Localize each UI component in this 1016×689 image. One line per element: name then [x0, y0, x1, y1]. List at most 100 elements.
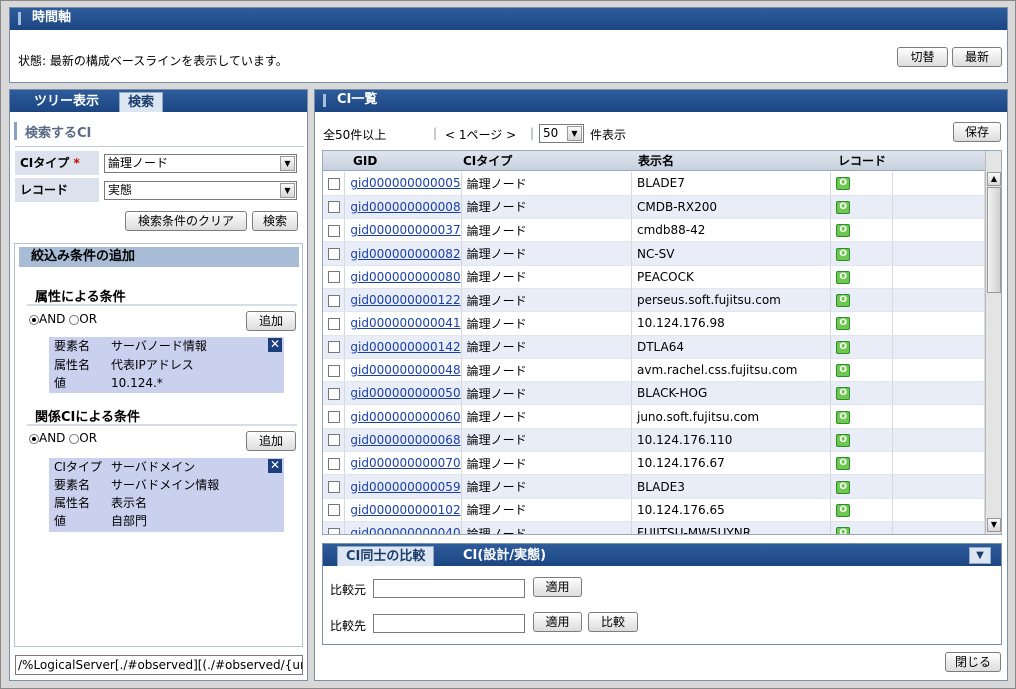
tab-search[interactable]: 検索	[119, 92, 164, 112]
record-status-icon: O	[836, 224, 851, 238]
and-radio[interactable]	[29, 314, 39, 325]
or-radio[interactable]	[69, 433, 80, 444]
record-select[interactable]: 実態 ▼	[104, 181, 297, 200]
gid-link[interactable]: gid000000000037	[350, 223, 460, 237]
table-cell: gid000000000040	[344, 521, 462, 534]
header-record: レコード	[838, 154, 887, 168]
table-row[interactable]: gid000000000048 論理ノード avm.rachel.css.fujit…	[323, 358, 985, 383]
row-checkbox[interactable]	[328, 201, 340, 214]
row-checkbox[interactable]	[328, 317, 340, 330]
grid-body: gid000000000005 論理ノード BLADE7 Ogid0000000000…	[323, 172, 985, 534]
scroll-up-icon[interactable]: ▲	[987, 172, 1001, 186]
table-cell: 10.124.176.110	[631, 428, 832, 453]
table-cell: O	[830, 218, 894, 243]
and-radio[interactable]	[29, 433, 39, 444]
pager-text[interactable]: < 1ページ >	[445, 128, 516, 142]
gid-link[interactable]: gid000000000059	[350, 480, 460, 494]
dst-apply-button[interactable]: 適用	[533, 612, 582, 632]
page-size-select[interactable]: 50 ▼	[539, 124, 584, 143]
pager[interactable]: < 1ページ >	[445, 126, 516, 143]
src-input[interactable]	[373, 579, 525, 598]
table-row[interactable]: gid000000000008 論理ノード CMDB-RX200 O	[323, 195, 985, 220]
row-checkbox[interactable]	[328, 248, 340, 261]
cond-value: 代表IPアドレス	[111, 358, 194, 372]
dst-input[interactable]	[373, 614, 525, 633]
close-icon[interactable]: ✕	[268, 338, 282, 352]
table-row[interactable]: gid000000000041 論理ノード 10.124.176.98 O	[323, 311, 985, 336]
row-checkbox[interactable]	[328, 411, 340, 424]
row-checkbox[interactable]	[328, 457, 340, 470]
page-size-value: 50	[543, 126, 559, 140]
row-checkbox[interactable]	[328, 481, 340, 493]
table-row[interactable]: gid000000000082 論理ノード NC-SV O	[323, 241, 985, 266]
gid-link[interactable]: gid000000000005	[350, 176, 460, 190]
scroll-thumb[interactable]	[987, 187, 1001, 293]
gid-link[interactable]: gid000000000082	[350, 247, 460, 261]
table-row[interactable]: gid000000000070 論理ノード 10.124.176.67 O	[323, 451, 985, 476]
or-radio[interactable]	[69, 314, 80, 325]
tab-ci-design-actual[interactable]: CI(設計/実態)	[455, 546, 554, 566]
switch-button[interactable]: 切替	[897, 47, 948, 67]
save-button[interactable]: 保存	[953, 122, 1001, 142]
add-attr-condition-button[interactable]: 追加	[246, 311, 296, 331]
table-row[interactable]: gid000000000080 論理ノード PEACOCK O	[323, 265, 985, 289]
table-row[interactable]: gid000000000068 論理ノード 10.124.176.110 O	[323, 428, 985, 453]
tab-ci-compare[interactable]: CI同士の比較	[337, 546, 435, 566]
gid-link[interactable]: gid000000000041	[350, 316, 460, 330]
search-button[interactable]: 検索	[252, 211, 298, 231]
tab-tree-view[interactable]: ツリー表示	[26, 92, 107, 112]
row-checkbox[interactable]	[328, 364, 340, 377]
ci-type-cell: 論理ノード	[466, 410, 527, 425]
row-checkbox[interactable]	[328, 177, 340, 190]
collapse-icon[interactable]: ▼	[969, 547, 991, 564]
status-text: 状態: 最新の構成ベースラインを表示しています。	[18, 54, 288, 68]
table-row[interactable]: gid000000000037 論理ノード cmdb88-42 O	[323, 218, 985, 243]
row-checkbox[interactable]	[328, 294, 340, 307]
table-row[interactable]: gid000000000040 論理ノード FUJITSU-MW5UYNR O	[323, 521, 985, 534]
table-row[interactable]: gid000000000059 論理ノード BLADE3 O	[323, 474, 985, 499]
gid-link[interactable]: gid000000000102	[350, 503, 460, 517]
gid-link[interactable]: gid000000000008	[350, 200, 460, 214]
cond-key: CIタイプ	[54, 460, 102, 474]
row-checkbox[interactable]	[328, 504, 340, 517]
gid-link[interactable]: gid000000000060	[350, 410, 460, 424]
table-row[interactable]: gid000000000060 論理ノード juno.soft.fujitsu.co…	[323, 404, 985, 429]
gid-link[interactable]: gid000000000040	[350, 526, 460, 534]
cond-key: 値	[54, 376, 67, 390]
clear-conditions-button[interactable]: 検索条件のクリア	[125, 211, 247, 231]
query-field[interactable]: /%LogicalServer[./#observed][(./#observe…	[15, 655, 303, 675]
table-cell: 10.124.176.98	[631, 311, 832, 336]
table-cell: BLADE7	[631, 172, 832, 196]
row-checkbox[interactable]	[328, 271, 340, 284]
row-checkbox[interactable]	[328, 434, 340, 447]
gid-link[interactable]: gid000000000142	[350, 340, 460, 354]
row-checkbox[interactable]	[328, 387, 340, 400]
src-apply-button[interactable]: 適用	[533, 577, 582, 597]
close-icon[interactable]: ✕	[268, 459, 282, 473]
gid-link[interactable]: gid000000000070	[350, 456, 460, 470]
table-cell: gid000000000060	[344, 404, 462, 429]
record-status-icon: O	[836, 527, 851, 534]
scrollbar[interactable]: ▲ ▼	[985, 151, 1001, 534]
add-rel-condition-button[interactable]: 追加	[246, 431, 296, 451]
ci-type-cell: 論理ノード	[466, 223, 527, 238]
scroll-down-icon[interactable]: ▼	[987, 518, 1001, 532]
table-row[interactable]: gid000000000142 論理ノード DTLA64 O	[323, 335, 985, 359]
gid-link[interactable]: gid000000000122	[350, 293, 460, 307]
compare-button[interactable]: 比較	[588, 612, 638, 632]
row-checkbox[interactable]	[328, 527, 340, 534]
table-row[interactable]: gid000000000122 論理ノード perseus.soft.fujitsu…	[323, 288, 985, 313]
row-checkbox[interactable]	[328, 224, 340, 237]
ci-type-select[interactable]: 論理ノード ▼	[104, 154, 297, 173]
attr-condition-list: 要素名 サーバノード情報 属性名 代表IPアドレス 値 10.124.* ✕	[49, 337, 284, 393]
gid-link[interactable]: gid000000000068	[350, 433, 460, 447]
latest-button[interactable]: 最新	[952, 47, 1002, 67]
gid-link[interactable]: gid000000000080	[350, 270, 460, 284]
row-checkbox[interactable]	[328, 341, 340, 354]
table-row[interactable]: gid000000000005 論理ノード BLADE7 O	[323, 172, 985, 196]
table-row[interactable]: gid000000000102 論理ノード 10.124.176.65 O	[323, 498, 985, 522]
table-row[interactable]: gid000000000050 論理ノード BLACK-HOG O	[323, 381, 985, 406]
close-button[interactable]: 閉じる	[945, 652, 1001, 672]
gid-link[interactable]: gid000000000050	[350, 386, 460, 400]
gid-link[interactable]: gid000000000048	[350, 363, 460, 377]
